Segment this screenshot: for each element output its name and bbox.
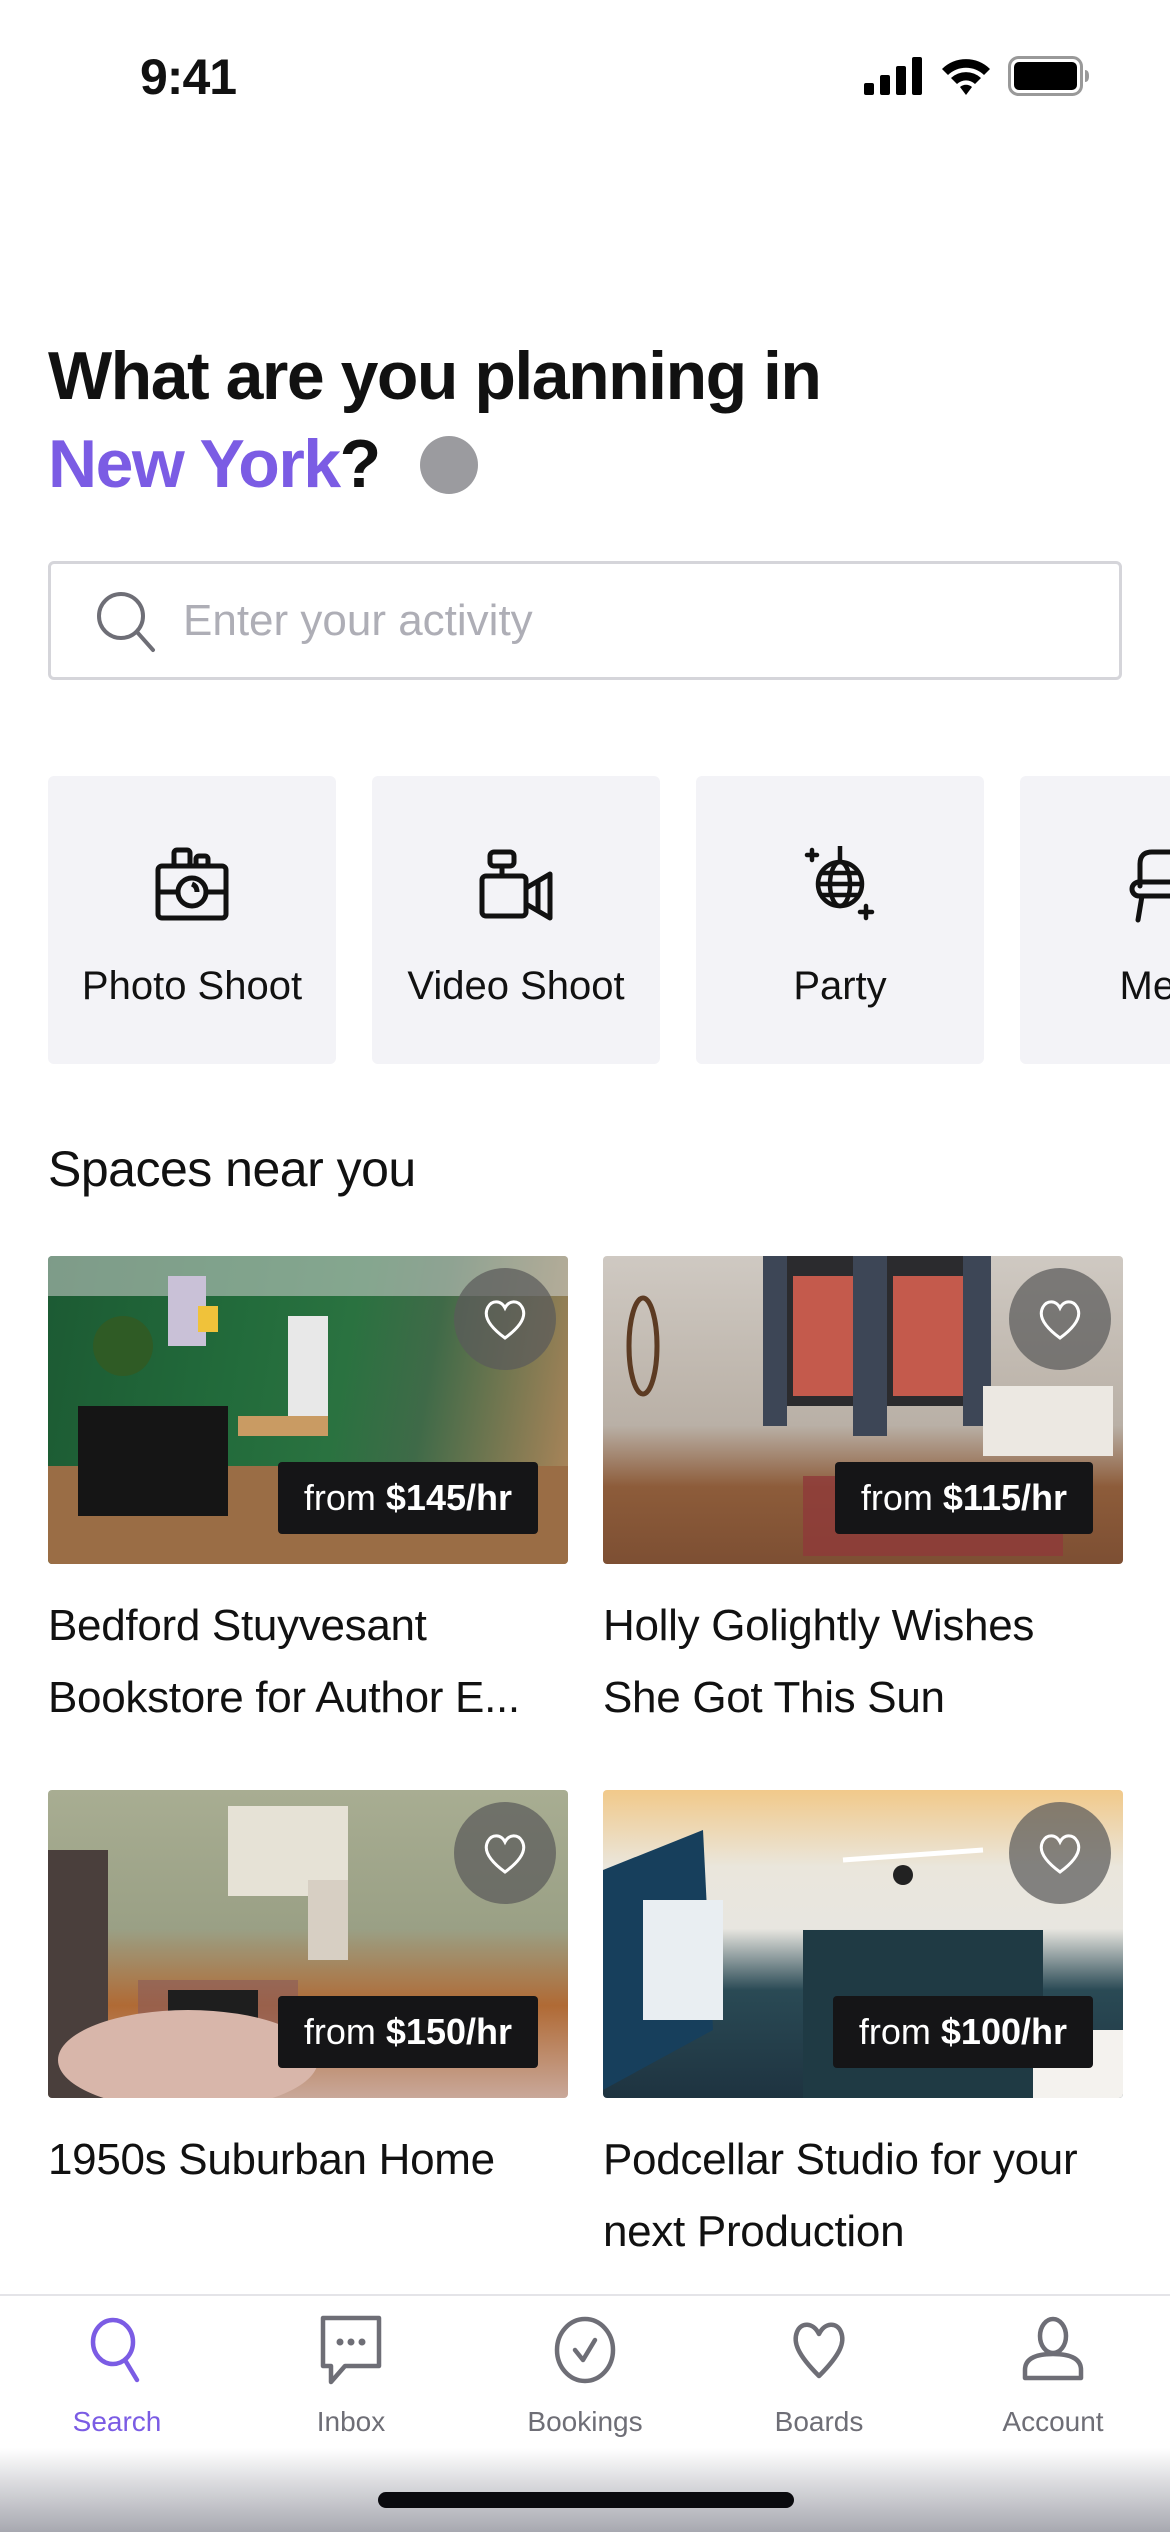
activity-search-input[interactable] xyxy=(183,595,1119,646)
category-carousel[interactable]: Photo Shoot Video Shoot Party Me xyxy=(48,776,1170,1064)
tab-boards[interactable]: Boards xyxy=(702,2296,936,2448)
tab-bookings[interactable]: Bookings xyxy=(468,2296,702,2448)
home-indicator-area xyxy=(0,2448,1170,2532)
price-prefix: from xyxy=(303,2011,376,2052)
section-title: Spaces near you xyxy=(48,1141,416,1197)
tab-label: Inbox xyxy=(316,2406,386,2437)
price-value: $150/hr xyxy=(385,2011,512,2052)
price-tag: from $100/hr xyxy=(832,1996,1093,2068)
tab-label: Account xyxy=(1002,2406,1104,2437)
bottom-tab-bar: Search Inbox Bookings Boards Account xyxy=(0,2294,1170,2448)
heart-icon xyxy=(1039,1834,1081,1874)
listing-photo[interactable]: from $115/hr xyxy=(603,1256,1123,1564)
price-tag: from $115/hr xyxy=(834,1462,1093,1534)
activity-search-box[interactable] xyxy=(48,561,1122,680)
page-heading: What are you planning in New York? xyxy=(48,332,822,508)
favorite-button[interactable] xyxy=(1009,1268,1111,1370)
heart-icon xyxy=(1039,1300,1081,1340)
category-meeting[interactable]: Meet xyxy=(1020,776,1170,1064)
loading-indicator xyxy=(419,436,478,495)
listing-photo[interactable]: from $100/hr xyxy=(603,1790,1123,2098)
price-value: $145/hr xyxy=(385,1477,512,1518)
category-party[interactable]: Party xyxy=(696,776,984,1064)
tab-search[interactable]: Search xyxy=(0,2296,234,2448)
category-label: Photo Shoot xyxy=(81,964,303,1008)
user-icon xyxy=(1022,2316,1084,2381)
listing-card[interactable]: from $150/hr 1950s Suburban Home xyxy=(48,1790,568,2196)
heart-icon xyxy=(484,1834,526,1874)
listing-title[interactable]: Podcellar Studio for your next Productio… xyxy=(603,2124,1123,2268)
listing-photo[interactable]: from $145/hr xyxy=(48,1256,568,1564)
price-value: $115/hr xyxy=(942,1477,1067,1518)
favorite-button[interactable] xyxy=(1009,1802,1111,1904)
favorite-button[interactable] xyxy=(454,1802,556,1904)
status-time: 9:41 xyxy=(140,49,237,105)
category-label: Meet xyxy=(1119,964,1170,1008)
price-tag: from $150/hr xyxy=(277,1996,538,2068)
battery-icon xyxy=(1008,56,1089,96)
listing-card[interactable]: from $145/hr Bedford Stuyvesant Bookstor… xyxy=(48,1256,568,1734)
heading-prefix: What are you planning in xyxy=(48,338,822,414)
status-icons xyxy=(864,56,1090,96)
category-label: Party xyxy=(793,964,887,1008)
listing-title[interactable]: Holly Golightly Wishes She Got This Sun xyxy=(603,1590,1123,1734)
tab-label: Bookings xyxy=(527,2406,643,2437)
city-selector[interactable]: New York xyxy=(48,426,341,502)
tab-inbox[interactable]: Inbox xyxy=(234,2296,468,2448)
heart-icon xyxy=(793,2322,845,2379)
check-circle-icon xyxy=(554,2316,616,2384)
category-label: Video Shoot xyxy=(407,964,625,1008)
home-indicator[interactable] xyxy=(378,2492,794,2508)
listing-title[interactable]: 1950s Suburban Home xyxy=(48,2124,568,2196)
chat-bubble-icon xyxy=(320,2315,382,2385)
price-prefix: from xyxy=(860,1477,933,1518)
price-prefix: from xyxy=(858,2011,931,2052)
video-camera-icon xyxy=(479,849,553,921)
search-icon xyxy=(97,591,155,652)
tab-label: Boards xyxy=(774,2406,864,2437)
heading-suffix: ? xyxy=(339,426,382,502)
category-photo-shoot[interactable]: Photo Shoot xyxy=(48,776,336,1064)
tab-label: Search xyxy=(72,2406,162,2437)
price-tag: from $145/hr xyxy=(277,1462,538,1534)
wifi-icon xyxy=(942,59,990,95)
price-value: $100/hr xyxy=(940,2011,1067,2052)
favorite-button[interactable] xyxy=(454,1268,556,1370)
category-video-shoot[interactable]: Video Shoot xyxy=(372,776,660,1064)
search-icon xyxy=(90,2317,140,2383)
heart-icon xyxy=(484,1300,526,1340)
listing-card[interactable]: from $100/hr Podcellar Studio for your n… xyxy=(603,1790,1123,2268)
tab-account[interactable]: Account xyxy=(936,2296,1170,2448)
listing-card[interactable]: from $115/hr Holly Golightly Wishes She … xyxy=(603,1256,1123,1734)
chair-icon xyxy=(1129,849,1170,923)
camera-icon xyxy=(155,847,229,921)
cellular-signal-icon xyxy=(864,57,922,95)
disco-ball-icon xyxy=(804,846,875,921)
listing-title[interactable]: Bedford Stuyvesant Bookstore for Author … xyxy=(48,1590,568,1734)
price-prefix: from xyxy=(303,1477,376,1518)
listing-photo[interactable]: from $150/hr xyxy=(48,1790,568,2098)
status-bar: 9:41 xyxy=(0,0,1170,150)
